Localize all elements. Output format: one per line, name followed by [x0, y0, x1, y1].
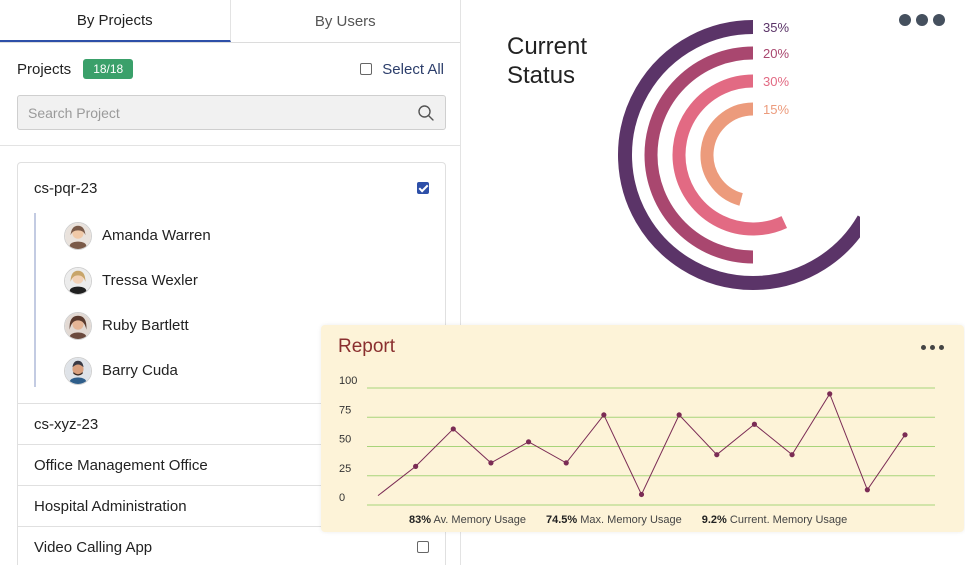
stat-label: Max. Memory Usage [580, 514, 682, 526]
project-name: Video Calling App [34, 538, 153, 556]
report-line-chart: 100 75 50 25 0 [339, 375, 935, 506]
member-item[interactable]: Amanda Warren [36, 213, 211, 258]
select-all-toggle[interactable]: Select All [360, 61, 444, 78]
project-name: cs-xyz-23 [34, 415, 99, 433]
status-ring-label: 15% [763, 102, 789, 117]
data-point[interactable] [827, 391, 833, 397]
status-ring-label: 35% [763, 20, 789, 35]
project-count-badge: 18/18 [83, 59, 134, 79]
status-ring-label: 30% [763, 74, 789, 89]
report-card: Report 100 75 50 25 0 83% Av. Memory Usage 7… [321, 325, 964, 532]
member-list: Amanda Warren Tressa Wexler Ruby Bartlet… [34, 213, 211, 387]
stat-value: 9.2% [701, 514, 727, 526]
project-checkbox[interactable] [417, 182, 429, 194]
dot-icon [899, 14, 911, 26]
search-box [17, 95, 446, 130]
y-tick-label: 0 [339, 492, 345, 504]
avatar [64, 266, 92, 295]
data-point[interactable] [789, 452, 795, 458]
tab-by-users[interactable]: By Users [231, 0, 461, 42]
y-tick-label: 75 [339, 404, 351, 416]
search-input[interactable] [28, 104, 417, 121]
status-ring-label: 20% [763, 46, 789, 61]
status-ring [618, 20, 860, 290]
projects-header: Projects 18/18 Select All [17, 58, 444, 80]
data-point[interactable] [638, 491, 645, 498]
data-point[interactable] [864, 487, 870, 493]
project-name: Office Management Office [34, 456, 208, 474]
select-all-label: Select All [382, 60, 444, 78]
member-item[interactable]: Barry Cuda [36, 348, 211, 393]
avatar [64, 356, 92, 385]
data-point[interactable] [601, 412, 607, 418]
stat-value: 83% [409, 514, 432, 526]
data-point[interactable] [676, 412, 682, 418]
stat-current: 9.2% Current. Memory Usage [702, 514, 848, 526]
data-point[interactable] [488, 460, 494, 466]
view-tabs: By Projects By Users [0, 0, 460, 43]
status-title: Current Status [507, 33, 588, 89]
search-icon[interactable] [417, 104, 435, 122]
data-point[interactable] [902, 432, 908, 438]
projects-title: Projects [17, 60, 72, 78]
data-point[interactable] [714, 452, 720, 458]
more-options-icon[interactable] [899, 14, 945, 26]
dot-icon [933, 14, 945, 26]
stat-value: 74.5% [546, 514, 578, 526]
section-divider [0, 145, 461, 146]
status-ring [700, 102, 754, 206]
data-point[interactable] [525, 439, 532, 445]
status-radial-chart: 35% 20% 30% 15% [618, 20, 860, 290]
stat-max: 74.5% Max. Memory Usage [546, 514, 682, 526]
member-name: Tressa Wexler [102, 272, 198, 289]
select-all-checkbox[interactable] [360, 63, 373, 75]
report-stats: 83% Av. Memory Usage 74.5% Max. Memory U… [409, 514, 847, 526]
avatar [64, 221, 92, 250]
data-point[interactable] [751, 421, 758, 427]
series-line [377, 392, 906, 497]
avatar [64, 311, 92, 340]
member-item[interactable]: Ruby Bartlett [36, 303, 211, 348]
member-name: Barry Cuda [102, 362, 178, 379]
member-name: Amanda Warren [102, 227, 211, 244]
y-tick-label: 25 [339, 463, 351, 475]
stat-avg: 83% Av. Memory Usage [409, 514, 526, 526]
project-name: cs-pqr-23 [34, 179, 98, 197]
project-checkbox[interactable] [417, 541, 429, 553]
data-point[interactable] [563, 460, 569, 466]
stat-label: Av. Memory Usage [433, 514, 526, 526]
y-tick-label: 100 [339, 375, 357, 387]
y-tick-label: 50 [339, 434, 351, 446]
dot-icon [916, 14, 928, 26]
data-point[interactable] [413, 463, 419, 469]
data-point[interactable] [450, 426, 456, 432]
stat-label: Current. Memory Usage [729, 514, 848, 526]
member-name: Ruby Bartlett [102, 317, 189, 334]
project-name: Hospital Administration [34, 497, 187, 515]
project-row-header[interactable]: cs-pqr-23 [18, 163, 445, 213]
member-item[interactable]: Tressa Wexler [36, 258, 211, 303]
tab-by-projects[interactable]: By Projects [0, 0, 231, 42]
